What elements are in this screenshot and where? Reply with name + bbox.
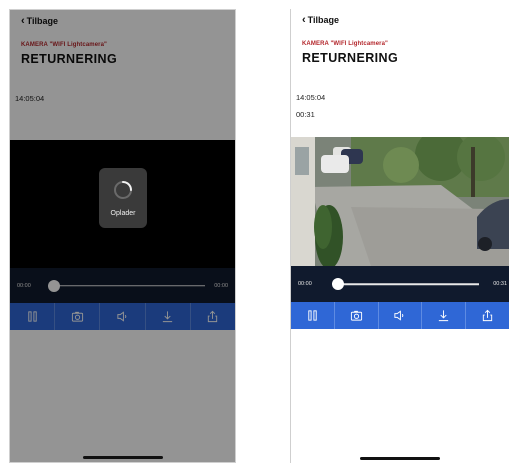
camera-label: KAMERA "WIFI Lightcamera" (302, 41, 388, 47)
download-button[interactable] (146, 303, 191, 330)
timeline-scrubber[interactable] (48, 279, 60, 292)
timeline-start-time: 00:00 (17, 282, 31, 289)
player-toolbar (10, 303, 235, 330)
loading-text: Oplader (110, 210, 136, 217)
camera-icon (71, 311, 83, 322)
share-button[interactable] (191, 303, 235, 330)
pause-icon (308, 310, 317, 321)
chevron-left-icon: ‹ (302, 13, 306, 26)
download-icon (439, 310, 449, 322)
video-frame-image (291, 137, 509, 266)
chevron-left-icon: ‹ (21, 14, 25, 27)
back-label: Tilbage (307, 15, 340, 25)
timeline-end-time: 00:00 (214, 282, 228, 289)
snapshot-button[interactable] (55, 303, 101, 330)
share-icon (208, 310, 218, 323)
player-toolbar (291, 302, 509, 329)
pause-icon (27, 311, 37, 322)
timeline-end-time: 00:31 (493, 281, 507, 287)
timeline-track[interactable] (338, 283, 479, 285)
timeline-track[interactable] (54, 284, 205, 287)
pause-button[interactable] (291, 302, 335, 329)
timestamp: 14:05:04 (15, 94, 45, 103)
loading-dialog: Oplader (99, 168, 147, 228)
camera-label: KAMERA "WIFI Lightcamera" (21, 42, 107, 48)
playback-timeline: 00:00 00:31 (291, 266, 509, 302)
camera-icon (350, 310, 362, 321)
back-label: Tilbage (26, 16, 59, 26)
phone-screen-playback: ‹ Tilbage KAMERA "WIFI Lightcamera" RETU… (290, 9, 509, 463)
share-button[interactable] (466, 302, 509, 329)
phone-screen-loading: ‹ Tilbage KAMERA "WIFI Lightcamera" RETU… (9, 9, 236, 463)
pause-button[interactable] (10, 303, 56, 330)
home-indicator (360, 457, 440, 460)
timeline-start-time: 00:00 (298, 281, 312, 287)
page-title: RETURNERING (302, 51, 399, 65)
home-indicator (82, 456, 163, 459)
video-player[interactable] (291, 137, 509, 266)
speaker-icon (394, 310, 404, 321)
timestamp: 14:05:04 (296, 93, 326, 102)
page-title: RETURNERING (21, 52, 118, 66)
playback-timeline: 00:00 00:00 (10, 268, 235, 303)
download-button[interactable] (422, 302, 467, 329)
spinner-icon (114, 181, 132, 199)
timeline-scrubber[interactable] (332, 278, 344, 290)
back-button[interactable]: ‹ Tilbage (302, 13, 340, 26)
snapshot-button[interactable] (335, 302, 379, 329)
speaker-icon (117, 311, 127, 322)
download-icon (163, 311, 173, 323)
sound-button[interactable] (100, 303, 146, 330)
share-icon (482, 309, 493, 322)
sound-button[interactable] (379, 302, 423, 329)
back-button[interactable]: ‹ Tilbage (21, 14, 59, 27)
recording-duration: 00:31 (296, 110, 315, 119)
